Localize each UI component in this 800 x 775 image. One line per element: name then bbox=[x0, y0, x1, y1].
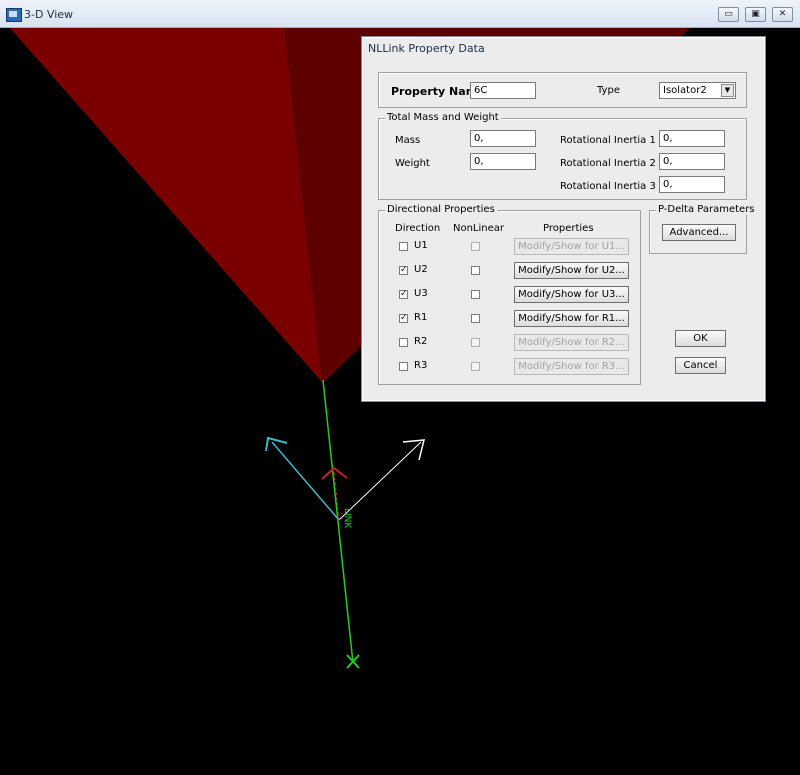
p-delta-legend: P-Delta Parameters bbox=[656, 204, 757, 215]
restore-button[interactable]: ▣ bbox=[745, 7, 766, 22]
nonlinear-checkbox-r3[interactable] bbox=[471, 362, 480, 371]
link-label: LINK bbox=[342, 508, 352, 529]
direction-column-header: Direction bbox=[395, 223, 441, 234]
direction-checkbox-r2[interactable] bbox=[399, 338, 408, 347]
advanced-button[interactable]: Advanced... bbox=[662, 224, 736, 241]
cancel-button[interactable]: Cancel bbox=[675, 357, 726, 374]
property-name-panel: Property Name 6C Type Isolator2 ▼ bbox=[378, 72, 747, 108]
solid-face-left bbox=[10, 28, 323, 383]
axis-white-arrowhead bbox=[402, 439, 425, 461]
close-button[interactable]: ✕ bbox=[772, 7, 793, 22]
axis-cyan bbox=[271, 441, 340, 521]
app-icon bbox=[6, 8, 22, 22]
direction-label-u3: U3 bbox=[414, 288, 428, 299]
mass-label: Mass bbox=[395, 135, 421, 146]
property-name-input[interactable]: 6C bbox=[470, 82, 536, 99]
nonlinear-checkbox-u3[interactable] bbox=[471, 290, 480, 299]
type-select-value: Isolator2 bbox=[663, 85, 707, 96]
modify-show-u3-button[interactable]: Modify/Show for U3... bbox=[514, 286, 629, 303]
rotational-inertia-1-label: Rotational Inertia 1 bbox=[560, 135, 656, 146]
modify-show-r2-button[interactable]: Modify/Show for R2... bbox=[514, 334, 629, 351]
window-title: 3-D View bbox=[24, 8, 74, 21]
nonlinear-checkbox-r1[interactable] bbox=[471, 314, 480, 323]
modify-show-r3-button[interactable]: Modify/Show for R3... bbox=[514, 358, 629, 375]
axis-cyan-arrowhead bbox=[265, 436, 288, 452]
nonlinear-checkbox-u2[interactable] bbox=[471, 266, 480, 275]
direction-label-r3: R3 bbox=[414, 360, 428, 371]
directional-properties-legend: Directional Properties bbox=[385, 204, 497, 215]
direction-label-r1: R1 bbox=[414, 312, 428, 323]
nonlinear-checkbox-r2[interactable] bbox=[471, 338, 480, 347]
ok-button[interactable]: OK bbox=[675, 330, 726, 347]
mass-weight-panel: Total Mass and Weight Mass 0, Weight 0, … bbox=[378, 112, 747, 200]
rotational-inertia-2-label: Rotational Inertia 2 bbox=[560, 158, 656, 169]
rotational-inertia-3-label: Rotational Inertia 3 bbox=[560, 181, 656, 192]
direction-checkbox-u1[interactable] bbox=[399, 242, 408, 251]
direction-checkbox-u3[interactable]: ✓ bbox=[399, 290, 408, 299]
rotational-inertia-3-input[interactable]: 0, bbox=[659, 176, 725, 193]
direction-label-u1: U1 bbox=[414, 240, 428, 251]
nllink-property-dialog: NLLink Property Data Property Name 6C Ty… bbox=[361, 36, 766, 402]
weight-label: Weight bbox=[395, 158, 430, 169]
modify-show-u2-button[interactable]: Modify/Show for U2... bbox=[514, 262, 629, 279]
type-label: Type bbox=[597, 85, 620, 96]
properties-column-header: Properties bbox=[543, 223, 594, 234]
modify-show-u1-button[interactable]: Modify/Show for U1... bbox=[514, 238, 629, 255]
weight-input[interactable]: 0, bbox=[470, 153, 536, 170]
direction-checkbox-u2[interactable]: ✓ bbox=[399, 266, 408, 275]
modify-show-r1-button[interactable]: Modify/Show for R1... bbox=[514, 310, 629, 327]
direction-label-r2: R2 bbox=[414, 336, 428, 347]
rotational-inertia-2-input[interactable]: 0, bbox=[659, 153, 725, 170]
direction-checkbox-r3[interactable] bbox=[399, 362, 408, 371]
minimize-button[interactable]: ▭ bbox=[718, 7, 739, 22]
p-delta-panel: P-Delta Parameters Advanced... bbox=[649, 204, 757, 254]
direction-label-u2: U2 bbox=[414, 264, 428, 275]
nonlinear-column-header: NonLinear bbox=[453, 223, 505, 234]
type-select[interactable]: Isolator2 ▼ bbox=[659, 82, 736, 99]
mass-weight-legend: Total Mass and Weight bbox=[385, 112, 501, 123]
direction-checkbox-r1[interactable]: ✓ bbox=[399, 314, 408, 323]
mass-input[interactable]: 0, bbox=[470, 130, 536, 147]
directional-properties-panel: Directional Properties Direction NonLine… bbox=[378, 204, 641, 385]
window-titlebar: 3-D View ▭ ▣ ✕ bbox=[0, 0, 800, 28]
chevron-down-icon[interactable]: ▼ bbox=[721, 84, 734, 97]
dialog-title: NLLink Property Data bbox=[368, 42, 485, 55]
nonlinear-checkbox-u1[interactable] bbox=[471, 242, 480, 251]
rotational-inertia-1-input[interactable]: 0, bbox=[659, 130, 725, 147]
